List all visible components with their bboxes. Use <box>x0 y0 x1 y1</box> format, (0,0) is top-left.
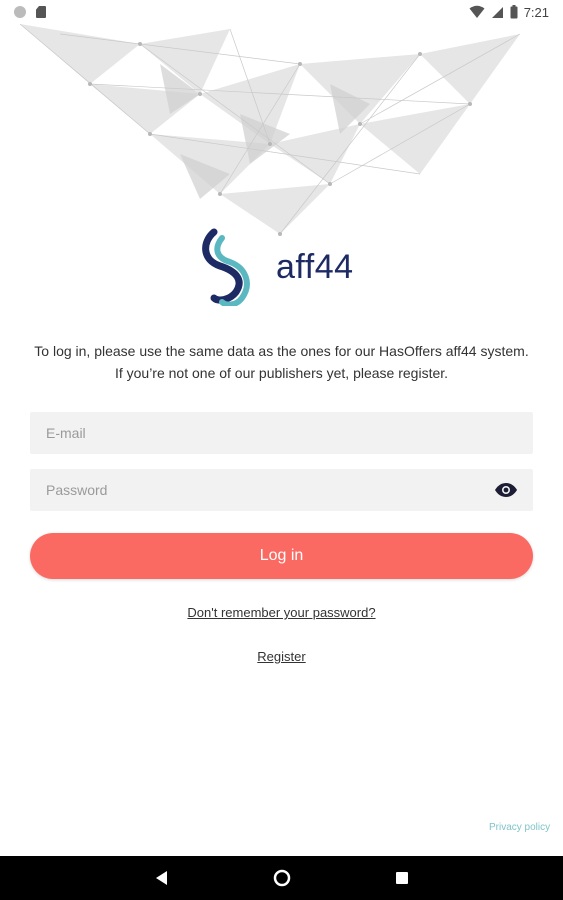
status-bar: 7:21 <box>0 0 563 24</box>
signal-icon <box>491 6 503 18</box>
forgot-password-link[interactable]: Don't remember your password? <box>187 605 375 620</box>
status-left <box>14 6 46 18</box>
aff44-logo-mark-icon <box>202 228 250 306</box>
recents-icon <box>396 872 408 884</box>
register-link[interactable]: Register <box>257 649 305 664</box>
notification-dot-icon <box>14 6 26 18</box>
forgot-password-row: Don't remember your password? <box>0 605 563 620</box>
password-field[interactable] <box>30 469 533 511</box>
back-icon <box>156 871 167 885</box>
network-background-graphic <box>19 24 521 236</box>
email-field[interactable] <box>30 412 533 454</box>
register-row: Register <box>0 649 563 664</box>
login-button[interactable]: Log in <box>30 533 533 579</box>
instructions-line-2: If you’re not one of our publishers yet,… <box>114 365 449 381</box>
home-icon <box>273 869 291 887</box>
privacy-policy-link[interactable]: Privacy policy <box>489 822 550 833</box>
wifi-icon <box>469 5 485 18</box>
home-button[interactable] <box>272 868 292 888</box>
aff44-logo: aff44 <box>200 228 354 306</box>
show-password-button[interactable] <box>490 476 522 504</box>
sd-card-icon <box>36 6 46 18</box>
system-nav-bar <box>0 856 563 900</box>
status-right: 7:21 <box>469 5 549 20</box>
instructions-line-1: To log in, please use the same data as t… <box>34 343 529 359</box>
recents-button[interactable] <box>392 868 412 888</box>
logo-wordmark: aff44 <box>276 247 354 286</box>
battery-icon <box>510 5 518 19</box>
eye-icon <box>495 483 517 497</box>
status-time: 7:21 <box>523 4 549 20</box>
login-instructions: To log in, please use the same data as t… <box>0 340 563 384</box>
back-button[interactable] <box>152 868 172 888</box>
login-screen: 7:21 aff44 To log in, please use the sam… <box>0 0 563 900</box>
